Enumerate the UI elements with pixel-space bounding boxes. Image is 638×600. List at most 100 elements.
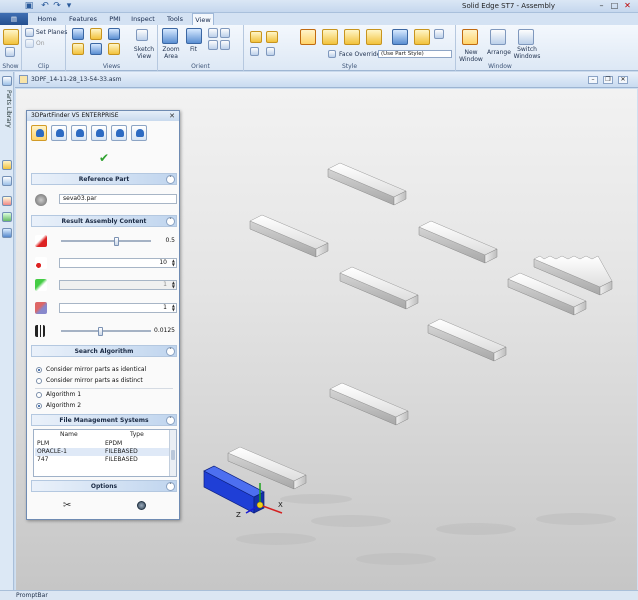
tab-home[interactable]: Home	[34, 13, 60, 25]
style-option-5-icon[interactable]	[392, 29, 408, 45]
reference-part-field[interactable]: seva03.par	[59, 194, 177, 204]
view-right-icon[interactable]	[108, 28, 120, 40]
result-count-field[interactable]: 10 ▲ ▼	[59, 258, 177, 268]
collapse-icon[interactable]: ˄	[166, 482, 175, 491]
tab-inspect[interactable]: Inspect	[128, 13, 158, 25]
switch-windows-label[interactable]: Switch Windows	[512, 46, 542, 60]
part-instance[interactable]	[329, 382, 409, 426]
mirror-identical-radio[interactable]	[36, 367, 42, 373]
view-dimetric-icon[interactable]	[90, 43, 102, 55]
set-planes-label[interactable]: Set Planes	[36, 29, 67, 36]
view-style-icon[interactable]	[300, 29, 316, 45]
redo-icon[interactable]: ↷	[52, 1, 62, 11]
mirror-identical-label[interactable]: Consider mirror parts as identical	[46, 366, 146, 373]
result-assembly-header[interactable]: Result Assembly Content ˄	[31, 215, 177, 227]
algorithm-1-radio[interactable]	[36, 392, 42, 398]
collapse-icon[interactable]: ˄	[166, 217, 175, 226]
style-option-4-icon[interactable]	[366, 29, 382, 45]
show-icon[interactable]	[3, 29, 19, 45]
arrange-label[interactable]: Arrange	[487, 49, 511, 56]
pan-icon[interactable]	[220, 28, 230, 38]
view-top-icon[interactable]	[90, 28, 102, 40]
tab-view[interactable]: View	[192, 13, 214, 25]
selected-part[interactable]	[203, 465, 265, 514]
search-mode-2-icon[interactable]	[51, 125, 67, 141]
panel-close-icon[interactable]: ✕	[168, 112, 176, 120]
view-iso-icon[interactable]	[72, 43, 84, 55]
style-option-2-icon[interactable]	[322, 29, 338, 45]
arrange-icon[interactable]	[490, 29, 506, 45]
table-row[interactable]: PLM EPDM	[35, 440, 169, 448]
sketch-view-label[interactable]: Sketch View	[132, 46, 156, 60]
style-option-7-icon[interactable]	[434, 29, 444, 39]
doc-minimize-icon[interactable]: –	[588, 76, 598, 84]
collapse-icon[interactable]: ˄	[166, 175, 175, 184]
part-style-dropdown[interactable]: (Use Part Style)	[378, 50, 452, 58]
tolerance-slider-thumb[interactable]	[98, 327, 103, 336]
new-window-label[interactable]: New Window	[458, 49, 484, 63]
part-instance[interactable]	[339, 266, 419, 310]
tab-features[interactable]: Features	[66, 13, 100, 25]
fit-icon[interactable]	[186, 28, 202, 44]
spin-about-icon[interactable]	[220, 40, 230, 50]
column-header-type[interactable]: Type	[130, 431, 144, 438]
new-window-icon[interactable]	[462, 29, 478, 45]
switch-windows-icon[interactable]	[518, 29, 534, 45]
3dpartfinder-icon[interactable]	[2, 228, 12, 238]
tab-pmi[interactable]: PMI	[106, 13, 124, 25]
undo-icon[interactable]: ↶	[40, 1, 50, 11]
part-instance[interactable]	[418, 220, 498, 264]
search-mode-4-icon[interactable]	[91, 125, 107, 141]
wireframe-icon[interactable]	[250, 47, 259, 56]
application-button[interactable]: ▤	[0, 13, 28, 25]
visible-edges-icon[interactable]	[266, 47, 275, 56]
part-instance[interactable]	[427, 318, 507, 362]
collapse-icon[interactable]: ˄	[166, 416, 175, 425]
algorithm-1-label[interactable]: Algorithm 1	[46, 391, 81, 398]
collapse-icon[interactable]: ˄	[166, 347, 175, 356]
search-mode-1-icon[interactable]	[31, 125, 47, 141]
view-trimetric-icon[interactable]	[108, 43, 120, 55]
close-icon[interactable]: ✕	[622, 1, 633, 11]
tolerance-slider[interactable]	[61, 327, 151, 336]
mirror-distinct-radio[interactable]	[36, 378, 42, 384]
shaded-visible-edges-icon[interactable]	[266, 31, 278, 43]
style-option-6-icon[interactable]	[414, 29, 430, 45]
features-library-icon[interactable]	[2, 196, 12, 206]
quick-access-dropdown-icon[interactable]: ▾	[64, 1, 74, 11]
search-mode-5-icon[interactable]	[111, 125, 127, 141]
fms-table[interactable]: Name Type PLM EPDM ORACLE-1 FILEBASED 74…	[33, 429, 177, 477]
show-small-icon[interactable]	[5, 47, 15, 57]
search-algorithm-header[interactable]: Search Algorithm ˄	[31, 345, 177, 357]
doc-close-icon[interactable]: ✕	[618, 76, 628, 84]
doc-restore-icon[interactable]: ❐	[603, 76, 613, 84]
column-header-name[interactable]: Name	[60, 431, 78, 438]
view-front-icon[interactable]	[72, 28, 84, 40]
spinner-icon[interactable]: ▲ ▼	[170, 304, 175, 312]
help-icon[interactable]	[137, 501, 146, 510]
tab-tools[interactable]: Tools	[164, 13, 186, 25]
similarity-slider-thumb[interactable]	[114, 237, 119, 246]
maximize-icon[interactable]: □	[609, 1, 620, 11]
scrollbar-thumb[interactable]	[171, 450, 175, 460]
ok-check-icon[interactable]: ✔	[99, 151, 109, 165]
search-mode-6-icon[interactable]	[131, 125, 147, 141]
reference-part-header[interactable]: Reference Part ˄	[31, 173, 177, 185]
layers-icon[interactable]	[2, 176, 12, 186]
tools-icon[interactable]: ✂	[63, 500, 71, 511]
table-scrollbar[interactable]	[169, 430, 176, 476]
save-icon[interactable]: ▣	[24, 1, 34, 11]
prompt-bar-label[interactable]: PromptBar	[16, 592, 48, 599]
algorithm-2-radio[interactable]	[36, 403, 42, 409]
minimize-icon[interactable]: –	[596, 1, 607, 11]
select-tools-icon[interactable]	[2, 212, 12, 222]
part-instance[interactable]	[249, 214, 329, 258]
spacing-field[interactable]: 1 ▲ ▼	[59, 303, 177, 313]
file-management-header[interactable]: File Management Systems ˄	[31, 414, 177, 426]
zoom-icon[interactable]	[208, 28, 218, 38]
parts-library-icon[interactable]	[2, 76, 12, 86]
set-planes-icon[interactable]	[25, 28, 34, 37]
options-header[interactable]: Options ˄	[31, 480, 177, 492]
parts-library-tab[interactable]: Parts Library	[2, 90, 12, 140]
shaded-icon[interactable]	[250, 31, 262, 43]
